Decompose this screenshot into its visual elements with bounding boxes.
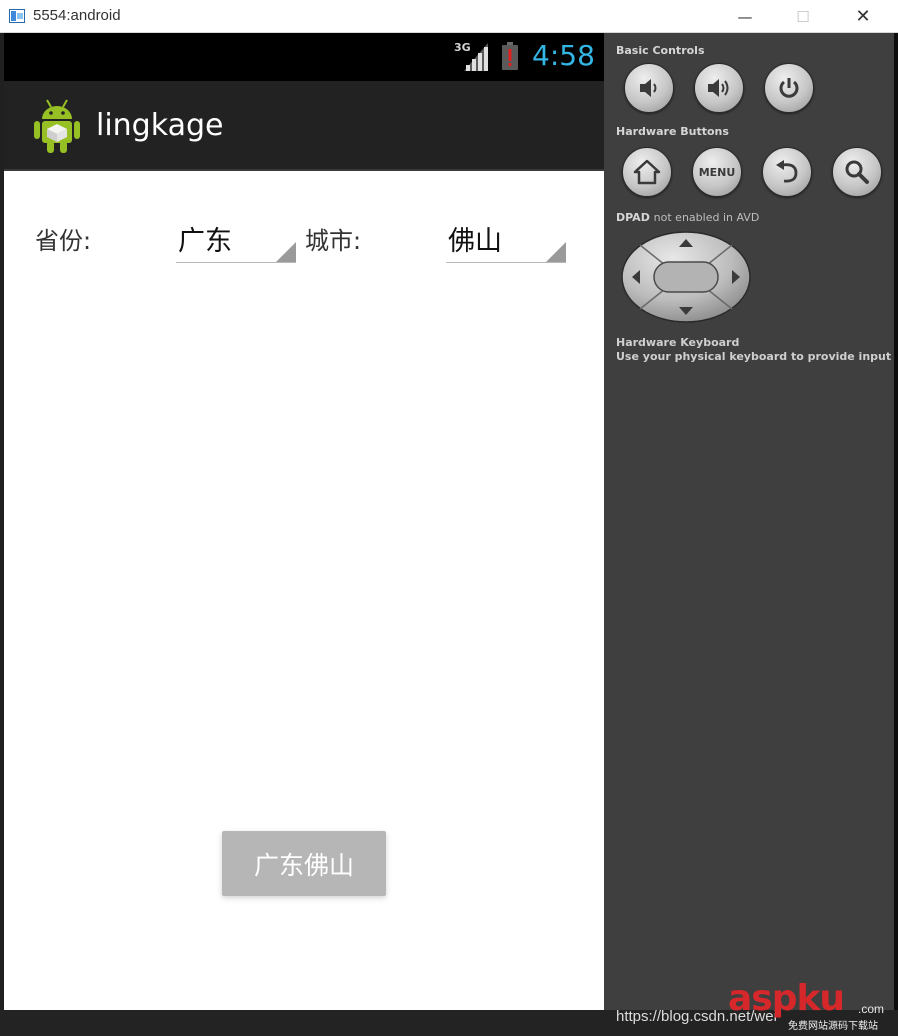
province-spinner-underline <box>176 262 296 263</box>
android-robot-icon <box>34 99 80 153</box>
emulator-window: 5554:android — ☐ ✕ 3G 4:58 lingkage 省份: … <box>0 0 898 1036</box>
maximize-button[interactable]: ☐ <box>774 0 832 33</box>
window-edge <box>894 33 898 1010</box>
result-button[interactable]: 广东佛山 <box>222 831 386 896</box>
device-screen: 3G 4:58 lingkage 省份: 广东 城市: 佛山 广东佛山 <box>4 33 604 1010</box>
city-spinner-value: 佛山 <box>448 226 502 257</box>
volume-down-icon <box>640 79 657 97</box>
volume-up-button[interactable] <box>694 63 744 113</box>
window-app-icon <box>9 9 25 23</box>
dpad-note: not enabled in AVD <box>653 211 760 224</box>
city-label: 城市: <box>305 227 362 255</box>
hardware-keyboard-title: Hardware Keyboard <box>616 336 740 349</box>
watermark-logo: aspku <box>728 978 845 1019</box>
basic-controls-title: Basic Controls <box>616 44 705 57</box>
back-icon <box>776 160 798 183</box>
dpad-title-label: DPAD <box>616 211 650 224</box>
spinner-dropdown-icon <box>276 242 296 262</box>
home-button[interactable] <box>622 147 672 197</box>
window-title: 5554:android <box>33 7 121 24</box>
watermark-subtitle: 免费网站源码下载站 <box>788 1021 878 1032</box>
window-titlebar: 5554:android — ☐ ✕ <box>0 0 898 33</box>
signal-icon <box>464 43 488 71</box>
watermark-suffix: .com <box>858 1002 885 1016</box>
city-spinner-underline <box>446 262 566 263</box>
battery-warning-icon <box>502 42 518 70</box>
volume-up-icon <box>708 79 729 97</box>
province-spinner-value: 广东 <box>178 226 232 257</box>
search-icon <box>845 160 869 184</box>
home-icon <box>633 159 661 185</box>
search-button[interactable] <box>832 147 882 197</box>
dpad-title: DPAD not enabled in AVD <box>616 211 759 224</box>
emulator-control-panel: Basic Controls Hardware Buttons MENU DPA… <box>604 33 894 1010</box>
action-bar: lingkage <box>4 81 604 171</box>
province-spinner[interactable]: 广东 <box>176 215 298 263</box>
back-button[interactable] <box>762 147 812 197</box>
province-label: 省份: <box>35 227 92 255</box>
spinner-dropdown-icon <box>546 242 566 262</box>
app-title: lingkage <box>96 108 224 143</box>
status-clock: 4:58 <box>532 39 595 72</box>
power-button[interactable] <box>764 63 814 113</box>
close-button[interactable]: ✕ <box>834 0 892 33</box>
dpad-control[interactable] <box>620 231 752 323</box>
city-spinner[interactable]: 佛山 <box>446 215 568 263</box>
hardware-keyboard-desc: Use your physical keyboard to provide in… <box>616 350 892 363</box>
menu-button-label: MENU <box>698 165 736 179</box>
hardware-buttons-title: Hardware Buttons <box>616 125 729 138</box>
menu-button[interactable]: MENU <box>692 147 742 197</box>
minimize-button[interactable]: — <box>716 0 774 33</box>
status-bar: 3G 4:58 <box>4 33 604 81</box>
volume-down-button[interactable] <box>624 63 674 113</box>
power-icon <box>779 78 799 98</box>
